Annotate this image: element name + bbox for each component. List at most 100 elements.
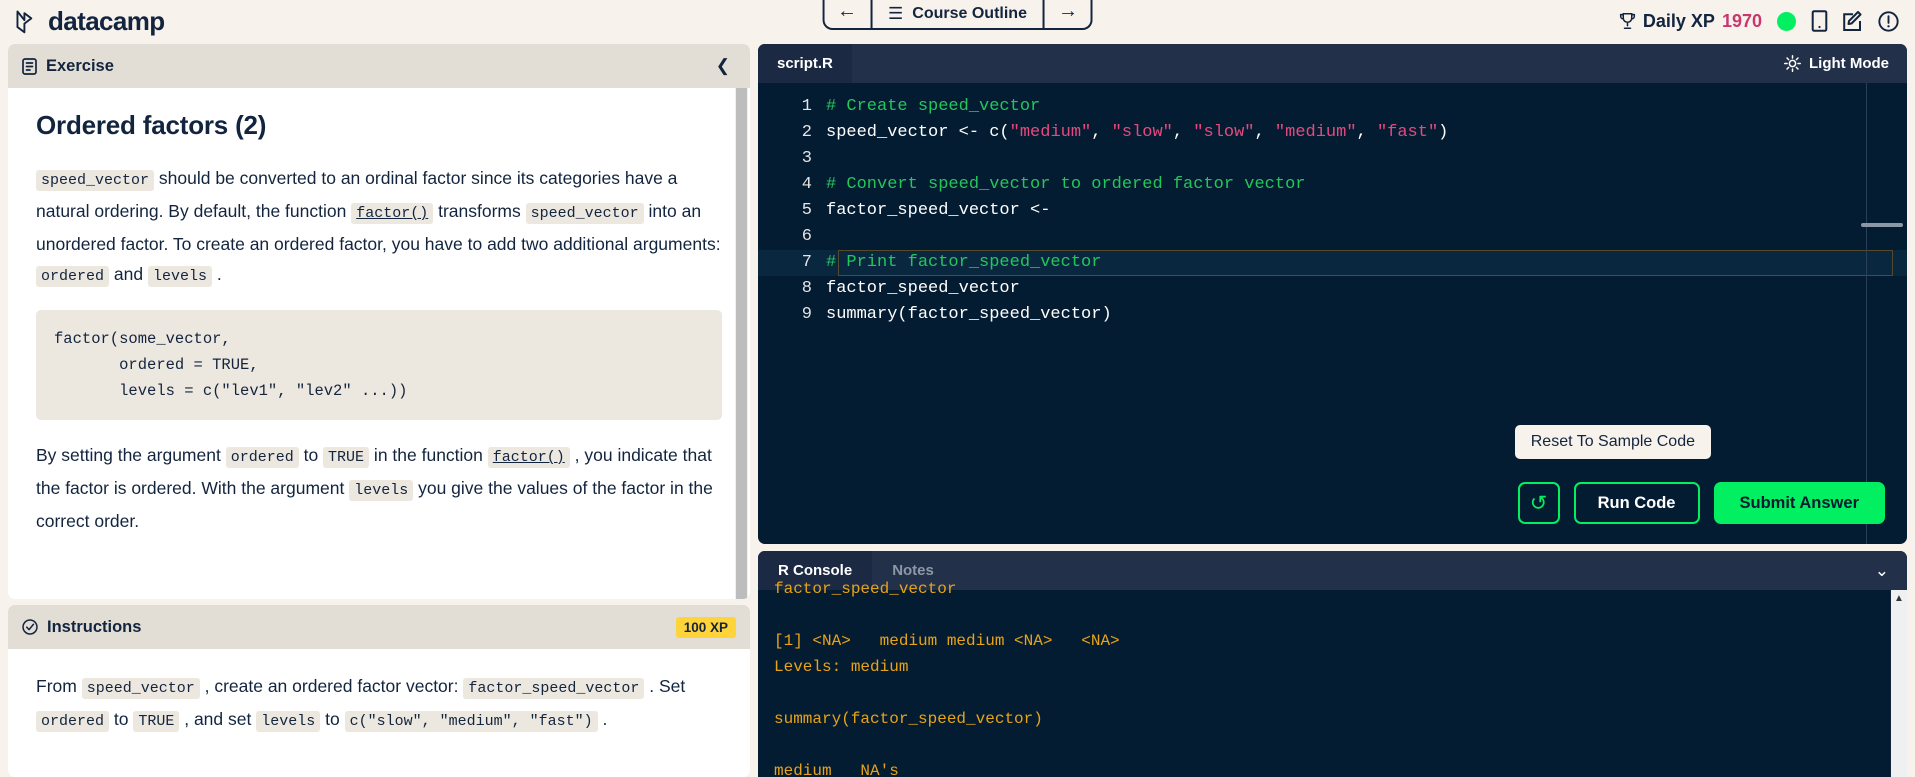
text-run: . Set [644,676,686,696]
code-token: factor_speed_vector <- [826,201,1051,220]
code-token: , [1172,123,1194,142]
editor-margin-line [1866,83,1867,544]
inline-code: speed_vector [525,203,644,224]
code-token: "medium" [1274,123,1357,142]
text-run: By setting the argument [36,445,226,465]
text-run: in the function [369,445,488,465]
code-token: ) [1438,123,1449,142]
text-run: to [109,709,134,729]
edit-note-icon[interactable] [1843,10,1863,32]
course-outline-button[interactable]: ☰ Course Outline [870,0,1045,28]
instructions-paragraph-1: From speed_vector , create an ordered fa… [36,671,722,737]
mobile-icon[interactable] [1811,10,1828,32]
instructions-header: Instructions 100 XP [8,605,750,649]
code-line[interactable]: 1 # Create speed_vector [758,94,1907,120]
status-indicator [1777,11,1796,31]
line-number: 1 [801,97,812,116]
trophy-icon [1619,13,1635,29]
console-line: [1] <NA> medium medium <NA> <NA> [774,632,1120,650]
code-line[interactable]: 4 # Convert speed_vector to ordered facto… [758,172,1907,198]
light-mode-toggle[interactable]: Light Mode [1766,44,1907,83]
console-scrollbar[interactable]: ▲ [1890,590,1907,777]
code-text: speed_vector <- c("medium", "slow", "slo… [826,120,1448,146]
inline-code: levels [349,480,414,501]
text-run: to [320,709,345,729]
code-line[interactable]: 2 speed_vector <- c("medium", "slow", "sl… [758,120,1907,146]
editor-scrollbar-thumb[interactable] [1861,223,1903,227]
daily-xp-label: Daily XP [1642,10,1715,31]
code-token: # Convert speed_vector to ordered factor… [826,175,1306,194]
text-run: transforms [433,201,526,221]
line-number: 4 [801,175,812,194]
line-number: 9 [801,305,812,324]
text-run: . [597,709,608,729]
code-line[interactable]: 5 factor_speed_vector <- [758,198,1907,224]
submit-answer-button[interactable]: Submit Answer [1713,482,1885,524]
sun-icon [1784,55,1802,72]
right-panel: script.R Light Mode 1 # Create speed_vect… [758,44,1907,777]
code-token: # Create speed_vector [826,97,1041,116]
code-token: "fast" [1376,123,1439,142]
inline-code: ordered [36,266,110,287]
code-line[interactable]: 3 [758,146,1907,172]
editor-text-area[interactable]: 1 # Create speed_vector 2 speed_vector <- c… [758,83,1907,544]
exercise-paragraph-1: speed_vector should be converted to an o… [36,163,722,292]
inline-code: TRUE [323,447,370,468]
xp-badge: 100 XP [675,616,736,638]
reset-tooltip: Reset To Sample Code [1514,425,1711,459]
inline-code: levels [147,266,212,287]
editor-toolbar: script.R Light Mode [758,44,1907,83]
reset-arrow-icon: ↺ [1529,491,1548,515]
exercise-scrollbar[interactable] [735,88,748,599]
light-mode-label: Light Mode [1809,55,1889,72]
document-icon [22,57,37,75]
exercise-paragraph-2: By setting the argument ordered to TRUE … [36,440,722,536]
daily-xp[interactable]: Daily XP 1970 [1619,11,1762,32]
code-text: # Create speed_vector [826,94,1040,120]
nav-back-button[interactable]: ← [824,0,870,28]
brand-name: datacamp [48,5,165,36]
reset-code-button[interactable]: ↺ [1517,482,1560,524]
info-circle-icon[interactable] [1878,10,1899,32]
code-text: summary(factor_speed_vector) [826,302,1112,328]
code-editor-card: script.R Light Mode 1 # Create speed_vect… [758,44,1907,544]
code-token: speed_vector <- c( [826,123,1010,142]
code-lines[interactable]: 1 # Create speed_vector 2 speed_vector <- c… [758,83,1907,328]
course-outline-label: Course Outline [912,5,1027,22]
code-line[interactable]: 9 summary(factor_speed_vector) [758,302,1907,328]
exercise-body: Ordered factors (2) speed_vector should … [8,88,750,599]
code-token: , [1356,123,1377,142]
inline-code: ordered [225,447,299,468]
code-token: "slow" [1111,123,1173,142]
hamburger-icon: ☰ [888,4,904,23]
code-line[interactable]: 6 [758,224,1907,250]
nav-forward-button[interactable]: → [1045,0,1091,28]
code-text: # Print factor_speed_vector [826,250,1101,276]
scroll-up-arrow-icon[interactable]: ▲ [1894,593,1904,604]
text-run: From [36,676,82,696]
console-output[interactable]: factor_speed_vector [1] <NA> medium medi… [758,576,1907,777]
brand[interactable]: datacamp [14,6,165,37]
collapse-panel-button[interactable]: ❮ [710,56,736,76]
run-code-button[interactable]: Run Code [1573,482,1700,524]
console-line: summary(factor_speed_vector) [774,710,1043,728]
tab-script-r[interactable]: script.R [758,44,852,83]
inline-code-link[interactable]: factor() [487,447,570,468]
code-token: summary(factor_speed_vector) [826,305,1112,324]
code-text: factor_speed_vector <- [826,198,1050,224]
code-line[interactable]: 7 # Print factor_speed_vector [758,250,1907,276]
code-token: factor_speed_vector [826,279,1020,298]
inline-code-link[interactable]: factor() [351,203,434,224]
console-line: medium NA's [774,762,899,777]
line-number: 5 [801,201,812,220]
scrollbar-thumb[interactable] [736,88,747,599]
console-line: factor_speed_vector [774,580,957,598]
inline-code: TRUE [133,711,180,732]
code-text: # Convert speed_vector to ordered factor… [826,172,1305,198]
exercise-header: Exercise ❮ [8,44,750,88]
top-bar-right: Daily XP 1970 [1619,0,1899,42]
text-run: , create an ordered factor vector: [199,676,464,696]
code-line[interactable]: 8 factor_speed_vector [758,276,1907,302]
console-line: Levels: medium [774,658,909,676]
